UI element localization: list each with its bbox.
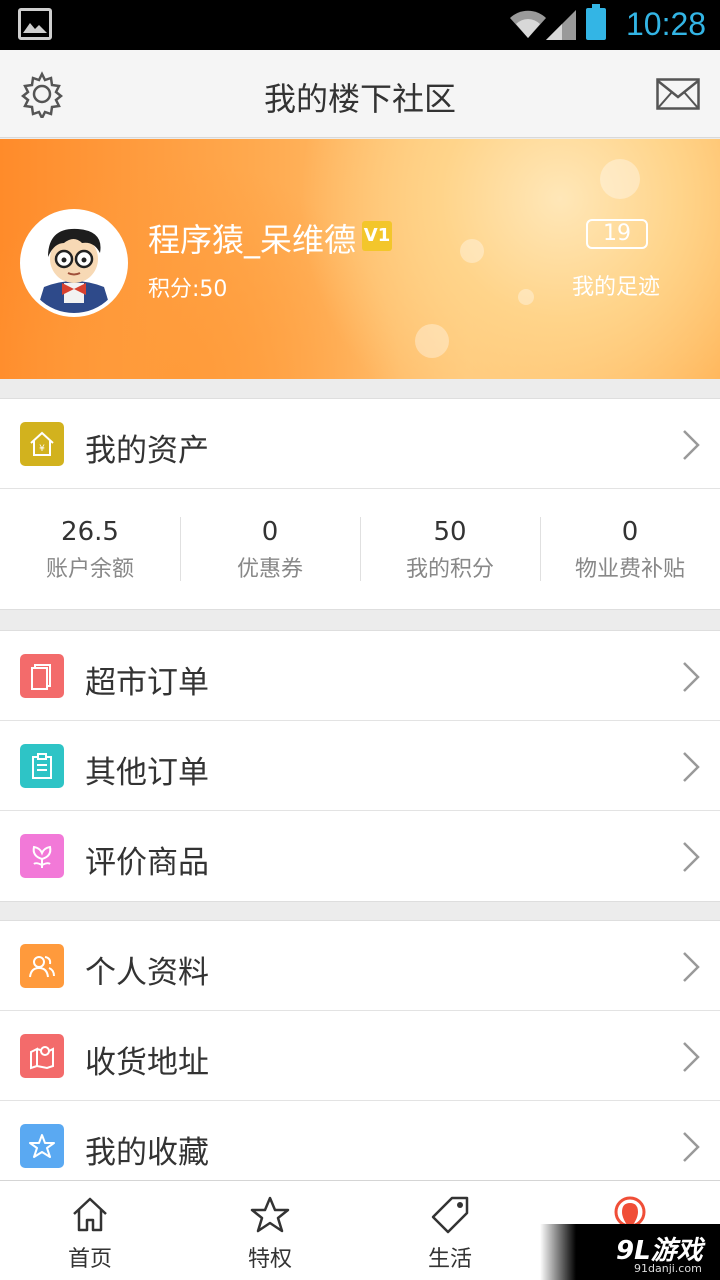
supermarket-orders-row[interactable]: 超市订单 <box>0 631 720 721</box>
shipping-address-row[interactable]: 收货地址 <box>0 1011 720 1101</box>
avatar-cartoon-icon <box>24 213 124 313</box>
stat-label: 账户余额 <box>45 557 134 582</box>
my-assets-row[interactable]: ¥ 我的资产 <box>0 399 720 489</box>
bokeh-decoration <box>600 159 640 199</box>
chevron-right-icon <box>683 430 700 460</box>
users-icon <box>20 944 64 988</box>
row-label: 收货地址 <box>85 1045 209 1081</box>
row-label: 其他订单 <box>85 755 209 791</box>
stat-coupons[interactable]: 0 优惠券 <box>180 489 360 609</box>
row-label: 超市订单 <box>85 665 209 701</box>
my-assets-label: 我的资产 <box>85 433 209 469</box>
stat-value: 0 <box>621 517 639 547</box>
vip-badge: V1 <box>362 221 392 251</box>
review-products-row[interactable]: 评价商品 <box>0 811 720 901</box>
clock: 10:28 <box>626 6 707 42</box>
wifi-icon <box>510 10 546 38</box>
username: 程序猿_呆维德 <box>148 221 357 259</box>
chevron-right-icon <box>683 952 700 982</box>
signal-icon <box>546 10 576 40</box>
footprint-count-badge[interactable]: 19 <box>586 219 648 249</box>
tab-label: 特权 <box>247 1247 292 1272</box>
assets-card: ¥ 我的资产 26.5 账户余额 0 优惠券 50 我的积分 0 物业费补贴 <box>0 398 720 610</box>
star-outline-icon <box>250 1196 290 1233</box>
home-icon <box>73 1197 107 1232</box>
house-yen-icon: ¥ <box>20 422 64 466</box>
battery-icon <box>586 4 606 40</box>
tab-privileges[interactable]: 特权 <box>180 1181 360 1280</box>
avatar[interactable] <box>20 209 128 317</box>
favorites-row[interactable]: 我的收藏 <box>0 1101 720 1191</box>
tab-label: 首页 <box>67 1247 112 1272</box>
bokeh-decoration <box>518 289 534 305</box>
row-label: 评价商品 <box>85 845 209 881</box>
footprint-label[interactable]: 我的足迹 <box>572 269 660 301</box>
tag-icon <box>431 1196 469 1234</box>
status-bar: 10:28 <box>0 0 720 50</box>
stat-value: 26.5 <box>61 517 119 547</box>
chevron-right-icon <box>683 662 700 692</box>
app-header: 我的楼下社区 <box>0 50 720 138</box>
row-label: 我的收藏 <box>85 1135 209 1171</box>
page-title: 我的楼下社区 <box>263 80 456 118</box>
tab-home[interactable]: 首页 <box>0 1181 180 1280</box>
tab-life[interactable]: 生活 <box>360 1181 540 1280</box>
stat-property-subsidy[interactable]: 0 物业费补贴 <box>540 489 720 609</box>
clipboard-icon <box>20 744 64 788</box>
profile-info-row[interactable]: 个人资料 <box>0 921 720 1011</box>
row-label: 个人资料 <box>85 955 209 991</box>
points-text: 积分:50 <box>148 277 228 302</box>
stat-label: 物业费补贴 <box>574 557 685 582</box>
stat-balance[interactable]: 26.5 账户余额 <box>0 489 180 609</box>
bokeh-decoration <box>415 324 449 358</box>
account-card: 个人资料 收货地址 我的收藏 <box>0 920 720 1191</box>
profile-banner: 程序猿_呆维德 V1 积分:50 19 我的足迹 <box>0 139 720 379</box>
stat-label: 我的积分 <box>405 557 494 582</box>
chevron-right-icon <box>683 1042 700 1072</box>
stat-value: 50 <box>433 517 467 547</box>
orders-card: 超市订单 其他订单 评价商品 <box>0 630 720 902</box>
svg-text:¥: ¥ <box>39 444 45 454</box>
stat-label: 优惠券 <box>236 557 303 582</box>
assets-stats: 26.5 账户余额 0 优惠券 50 我的积分 0 物业费补贴 <box>0 489 720 609</box>
document-icon <box>20 654 64 698</box>
tab-label: 生活 <box>427 1247 472 1272</box>
flower-icon <box>20 834 64 878</box>
image-notification-icon <box>18 8 52 40</box>
chevron-right-icon <box>683 842 700 872</box>
map-pin-icon <box>20 1034 64 1078</box>
chevron-right-icon <box>683 1132 700 1162</box>
stat-points[interactable]: 50 我的积分 <box>360 489 540 609</box>
stat-value: 0 <box>261 517 279 547</box>
other-orders-row[interactable]: 其他订单 <box>0 721 720 811</box>
mail-icon[interactable] <box>656 78 700 110</box>
watermark-url: 91danji.com <box>634 1262 702 1275</box>
watermark: 9L游戏 91danji.com <box>540 1224 720 1280</box>
bokeh-decoration <box>460 239 484 263</box>
chevron-right-icon <box>683 752 700 782</box>
star-icon <box>20 1124 64 1168</box>
